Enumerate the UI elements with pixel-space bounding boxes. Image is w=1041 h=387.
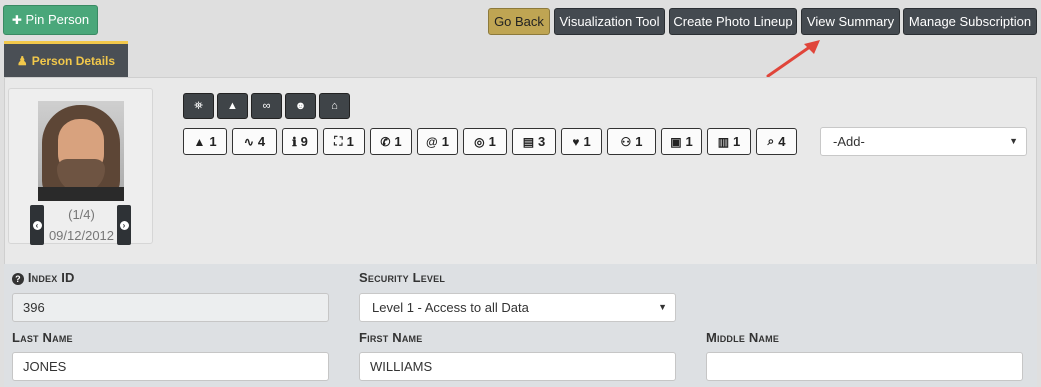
counter-value: 1	[209, 134, 217, 149]
counter-signature-button[interactable]: ∿ 4	[232, 128, 277, 155]
id-card-icon: ▤	[522, 134, 535, 149]
map-marker-icon: ⛯	[194, 99, 203, 112]
security-level-label: Security Level	[359, 270, 446, 285]
arrow-left-icon: ‹	[32, 220, 42, 230]
pin-icon: ✚	[11, 13, 22, 27]
counter-map-button[interactable]: ⛶ 1	[323, 128, 365, 155]
arrow-right-icon: ›	[119, 220, 129, 230]
prev-photo-button[interactable]: ‹	[30, 205, 44, 245]
at-icon: @	[426, 134, 438, 149]
index-id-label: ? Index ID	[12, 270, 75, 285]
quick-warning-button[interactable]: ▲	[217, 93, 248, 119]
quick-map-marker-button[interactable]: ⛯	[183, 93, 214, 119]
bank-icon: ⌂	[331, 100, 338, 112]
counter-value: 1	[441, 134, 449, 149]
first-name-field[interactable]: WILLIAMS	[359, 352, 676, 381]
info-icon: ℹ	[292, 134, 297, 149]
counter-value: 3	[538, 134, 546, 149]
person-photo[interactable]	[38, 101, 124, 201]
counter-paperclip-button[interactable]: ⌕ 4	[756, 128, 797, 155]
phone-icon: ✆	[380, 134, 391, 149]
paperclip-icon: ⌕	[767, 134, 775, 148]
counter-target-button[interactable]: ◎ 1	[463, 128, 507, 155]
tab-person-details[interactable]: ♟ Person Details	[4, 41, 128, 77]
security-level-select[interactable]: Level 1 - Access to all Data ▼	[359, 293, 676, 322]
chevron-down-icon: ▼	[658, 302, 667, 312]
last-name-field[interactable]: JONES	[12, 352, 329, 381]
user-icon: ♟	[16, 53, 28, 68]
link-icon: ∞	[262, 100, 271, 112]
question-circle-icon: ?	[12, 273, 24, 285]
counter-warning-button[interactable]: ▲ 1	[183, 128, 227, 155]
photo-card: (1/4) 09/12/2012 ‹ ›	[8, 88, 153, 245]
pin-person-button[interactable]: ✚ Pin Person	[3, 5, 98, 35]
counter-value: 4	[778, 134, 786, 149]
counter-id-card-button[interactable]: ▤ 3	[512, 128, 556, 155]
next-photo-button[interactable]: ›	[117, 205, 131, 245]
counter-info-button[interactable]: ℹ9	[282, 128, 318, 155]
visualization-tool-button[interactable]: Visualization Tool	[554, 8, 665, 35]
user-secret-icon: ☻	[294, 100, 307, 112]
go-back-button[interactable]: Go Back	[488, 8, 550, 35]
quick-user-secret-button[interactable]: ☻	[285, 93, 316, 119]
annotation-arrow-icon	[766, 40, 820, 78]
counter-value: 1	[583, 134, 591, 149]
middle-name-label: Middle Name	[706, 330, 780, 345]
first-name-label: First Name	[359, 330, 423, 345]
quick-link-button[interactable]: ∞	[251, 93, 282, 119]
create-photo-lineup-button[interactable]: Create Photo Lineup	[669, 8, 797, 35]
counter-value: 1	[685, 134, 693, 149]
counter-at-button[interactable]: @1	[417, 128, 458, 155]
index-id-field: 396	[12, 293, 329, 322]
last-name-label: Last Name	[12, 330, 73, 345]
signature-icon: ∿	[243, 134, 254, 149]
warning-icon: ▲	[227, 100, 238, 112]
counter-briefcase-button[interactable]: ▣ 1	[661, 128, 702, 155]
counter-building-button[interactable]: ▥ 1	[707, 128, 751, 155]
heart-icon: ♥	[572, 134, 580, 149]
chevron-down-icon: ▼	[1009, 136, 1018, 146]
view-summary-button[interactable]: View Summary	[801, 8, 900, 35]
counter-value: 1	[394, 134, 402, 149]
building-icon: ▥	[717, 134, 730, 149]
counter-value: 1	[488, 134, 496, 149]
manage-subscription-button[interactable]: Manage Subscription	[903, 8, 1037, 35]
middle-name-field[interactable]	[706, 352, 1023, 381]
target-icon: ◎	[474, 134, 485, 149]
users-icon: ⚇	[620, 134, 632, 149]
add-select[interactable]: -Add- ▼	[820, 127, 1027, 156]
quick-bank-button[interactable]: ⌂	[319, 93, 350, 119]
warning-icon: ▲	[193, 134, 206, 149]
counter-phone-button[interactable]: ✆ 1	[370, 128, 412, 155]
counter-value: 4	[257, 134, 266, 149]
map-icon: ⛶	[334, 134, 343, 148]
briefcase-icon: ▣	[670, 134, 682, 149]
counter-value: 1	[346, 134, 354, 149]
counter-users-button[interactable]: ⚇ 1	[607, 128, 656, 155]
counter-value: 1	[733, 134, 741, 149]
counter-value: 1	[635, 134, 643, 149]
counter-value: 9	[300, 134, 308, 149]
counter-heart-button[interactable]: ♥ 1	[561, 128, 602, 155]
